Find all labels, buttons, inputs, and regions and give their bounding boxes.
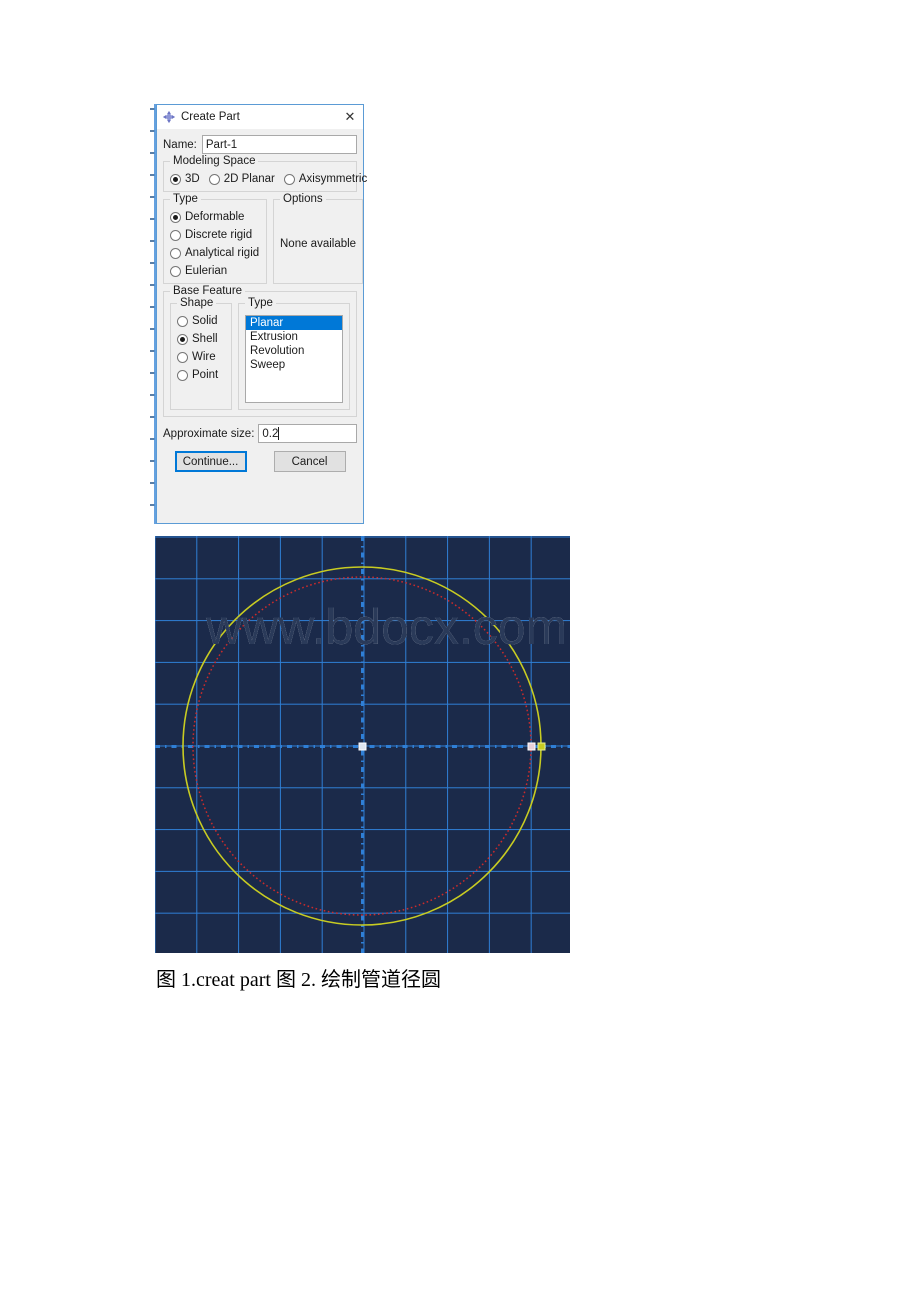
radio-type-deformable[interactable]: Deformable xyxy=(170,211,260,223)
approximate-size-label: Approximate size: xyxy=(163,427,255,440)
listbox-option-sweep[interactable]: Sweep xyxy=(246,358,342,372)
base-feature-group: Base Feature Shape Solid Shell Wire Poin… xyxy=(163,285,357,417)
radio-shape-point[interactable]: Point xyxy=(177,369,225,381)
dialog-title: Create Part xyxy=(181,111,240,123)
sketch-circle-vertex-marker xyxy=(537,742,546,751)
options-title: Options xyxy=(280,193,326,205)
radio-label: Solid xyxy=(192,315,218,327)
center-vertex-marker xyxy=(358,742,367,751)
type-title: Type xyxy=(170,193,201,205)
modeling-space-radios: 3D 2D Planar Axisymmetric xyxy=(170,173,367,185)
radio-label: 2D Planar xyxy=(223,173,275,185)
radio-dot-icon xyxy=(208,173,220,185)
listbox-option-extrusion[interactable]: Extrusion xyxy=(246,330,342,344)
listbox-option-revolution[interactable]: Revolution xyxy=(246,344,342,358)
options-none-available-text: None available xyxy=(280,238,357,250)
abaqus-diamond-icon xyxy=(162,110,176,124)
radio-dot-icon xyxy=(170,211,181,223)
create-part-dialog: Create Part ✕ Name: Part-1 Modeling Spac… xyxy=(156,104,367,524)
base-feature-type-title: Type xyxy=(245,297,276,309)
dialog-body: Name: Part-1 Modeling Space 3D 2D Planar xyxy=(157,129,367,443)
radio-modeling-space-axisymmetric[interactable]: Axisymmetric xyxy=(283,173,368,185)
type-group: Type Deformable Discrete rigid Analytica… xyxy=(163,193,267,284)
radio-dot-icon xyxy=(177,315,188,327)
radio-dot-icon xyxy=(170,247,181,259)
radio-dot-icon xyxy=(177,351,188,363)
base-feature-inner: Shape Solid Shell Wire Point Type Planar… xyxy=(170,297,350,410)
radio-dot-icon xyxy=(170,173,181,185)
radio-shape-shell[interactable]: Shell xyxy=(177,333,225,345)
radio-dot-icon xyxy=(170,265,181,277)
modeling-space-group: Modeling Space 3D 2D Planar Axisymmetric xyxy=(163,155,367,192)
figure-caption: 图 1.creat part 图 2. 绘制管道径圆 xyxy=(156,969,441,991)
options-group: Options None available xyxy=(273,193,364,284)
base-feature-title: Base Feature xyxy=(170,285,246,297)
approximate-size-row: Approximate size: 0.2 xyxy=(163,424,357,443)
shape-radios: Solid Shell Wire Point xyxy=(177,315,225,381)
name-label: Name: xyxy=(163,138,197,151)
approximate-size-value: 0.2 xyxy=(262,427,279,440)
shape-group: Shape Solid Shell Wire Point xyxy=(170,297,232,410)
continue-button[interactable]: Continue... xyxy=(174,451,247,472)
type-radios: Deformable Discrete rigid Analytical rig… xyxy=(170,211,260,277)
modeling-space-title: Modeling Space xyxy=(170,155,259,167)
cad-sketch-viewport[interactable] xyxy=(155,536,570,953)
base-feature-type-group: Type Planar Extrusion Revolution Sweep xyxy=(238,297,350,410)
radio-label: Discrete rigid xyxy=(185,229,253,241)
part-name-value: Part-1 xyxy=(205,138,238,151)
type-options-row: Type Deformable Discrete rigid Analytica… xyxy=(163,193,364,284)
radio-shape-solid[interactable]: Solid xyxy=(177,315,225,327)
radio-label: Eulerian xyxy=(185,265,228,277)
radio-label: Shell xyxy=(192,333,218,345)
radio-dot-icon xyxy=(177,369,188,381)
approximate-size-input[interactable]: 0.2 xyxy=(258,424,357,443)
radio-dot-icon xyxy=(170,229,181,241)
dialog-button-row: Continue... Cancel xyxy=(157,451,363,478)
radio-label: Analytical rigid xyxy=(185,247,260,259)
sketch-geometry xyxy=(155,536,570,953)
dialog-titlebar: Create Part ✕ xyxy=(157,105,363,129)
close-icon[interactable]: ✕ xyxy=(339,107,361,127)
shape-title: Shape xyxy=(177,297,217,309)
part-name-input[interactable]: Part-1 xyxy=(201,135,357,154)
radio-type-eulerian[interactable]: Eulerian xyxy=(170,265,260,277)
radio-label: Wire xyxy=(192,351,216,363)
radio-modeling-space-3d[interactable]: 3D xyxy=(170,173,200,185)
radio-label: Deformable xyxy=(185,211,245,223)
radio-type-analytical-rigid[interactable]: Analytical rigid xyxy=(170,247,260,259)
radio-dot-icon xyxy=(177,333,188,345)
radio-dot-icon xyxy=(283,173,295,185)
radio-label: Axisymmetric xyxy=(298,173,368,185)
document-page: Create Part ✕ Name: Part-1 Modeling Spac… xyxy=(0,0,920,1302)
text-caret xyxy=(278,427,280,440)
listbox-option-planar[interactable]: Planar xyxy=(246,316,342,330)
radio-label: 3D xyxy=(185,173,200,185)
radio-modeling-space-2d-planar[interactable]: 2D Planar xyxy=(208,173,275,185)
base-feature-type-listbox[interactable]: Planar Extrusion Revolution Sweep xyxy=(245,315,343,403)
name-row: Name: Part-1 xyxy=(163,135,357,154)
radio-shape-wire[interactable]: Wire xyxy=(177,351,225,363)
radio-type-discrete-rigid[interactable]: Discrete rigid xyxy=(170,229,260,241)
construction-circle-vertex-marker xyxy=(527,742,536,751)
cancel-button[interactable]: Cancel xyxy=(273,451,346,472)
radio-label: Point xyxy=(192,369,219,381)
